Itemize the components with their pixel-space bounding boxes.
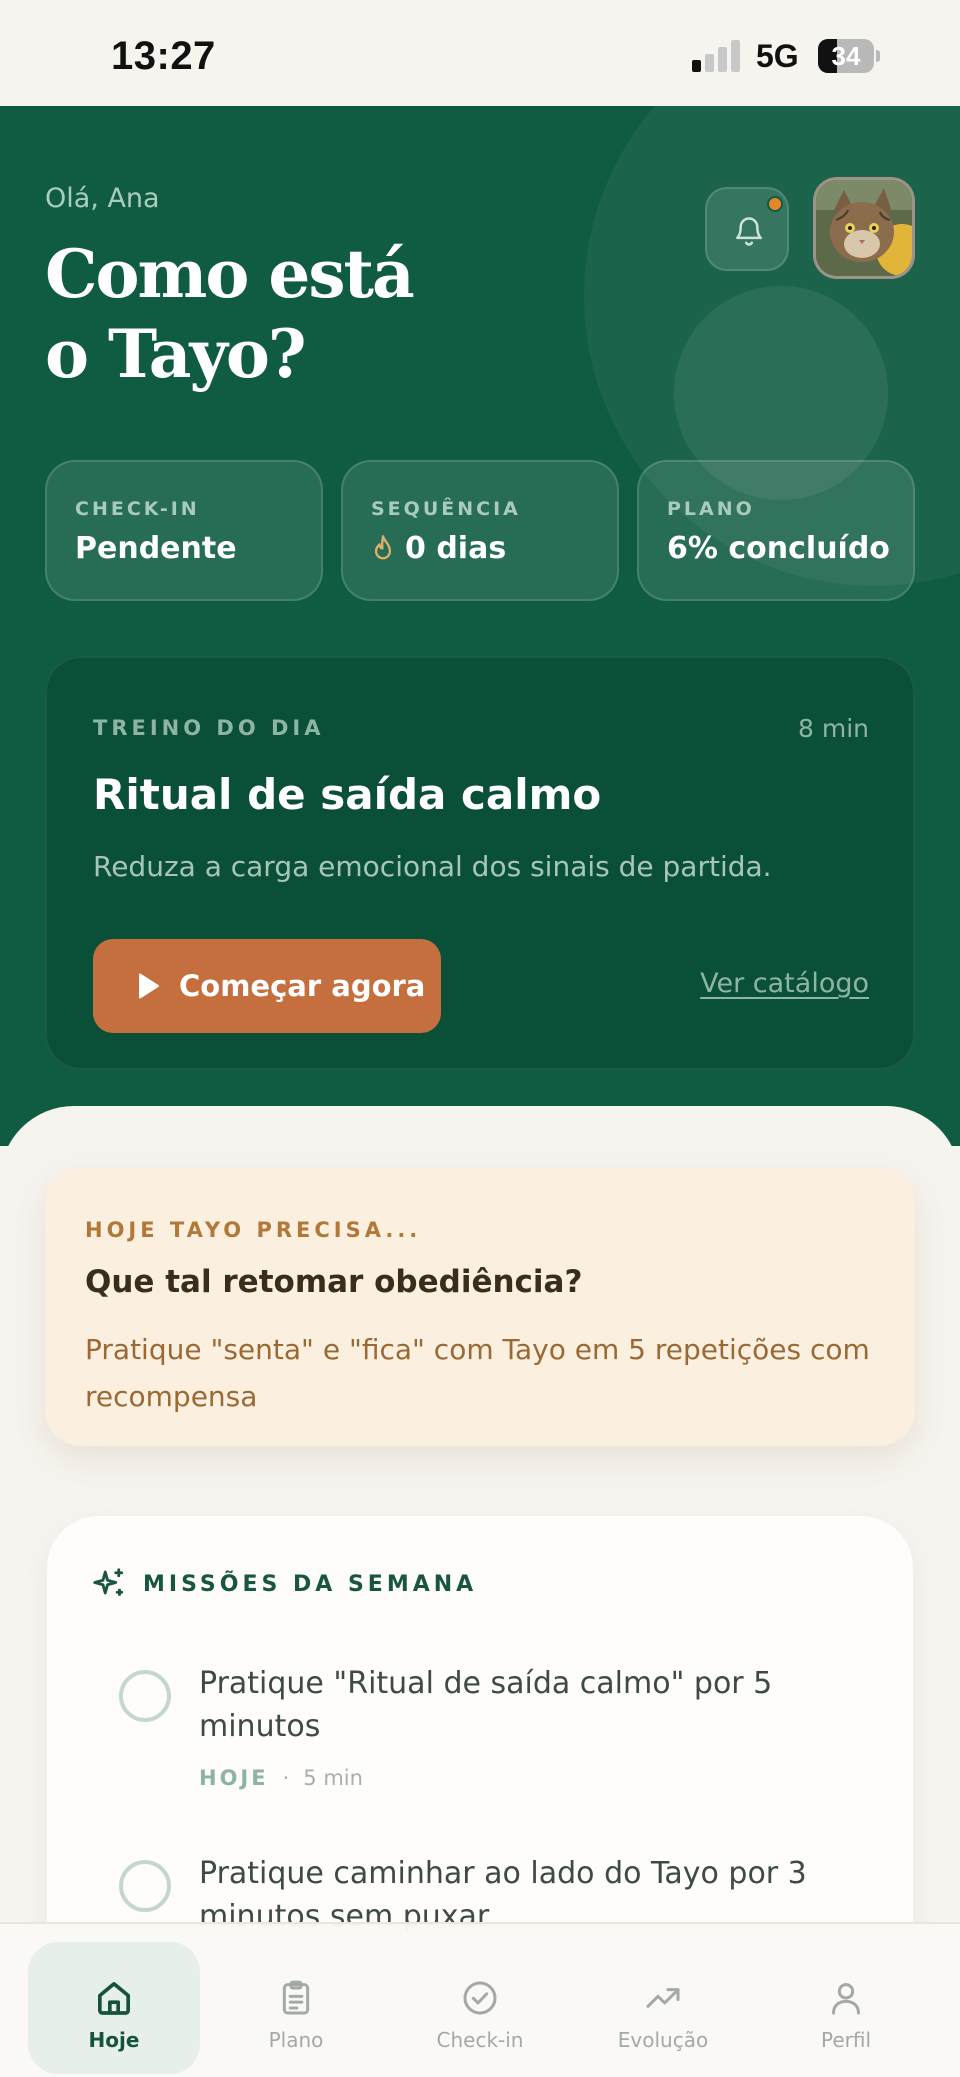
tab-label: Evolução [617, 2028, 709, 2052]
headline-line-2: o Tayo? [45, 315, 307, 393]
pet-photo [816, 180, 912, 276]
tab-label: Perfil [820, 2028, 872, 2052]
stat-value-text: Pendente [75, 531, 237, 566]
page-title: Como está o Tayo? [45, 234, 545, 394]
trending-up-icon [646, 1988, 680, 2008]
stat-value: 0 dias [371, 531, 506, 566]
bottom-tab-bar: Hoje Plano Check-in Evolução Perfil [0, 1922, 960, 2077]
training-label: TREINO DO DIA [93, 716, 325, 740]
view-catalog-link[interactable]: Ver catálogo [700, 968, 869, 999]
play-icon [139, 973, 159, 999]
battery-percent: 34 [831, 41, 861, 71]
hero-section: Olá, Ana Como está o Tayo? CHECK-IN Pend… [0, 106, 960, 1146]
status-time: 13:27 [111, 34, 216, 78]
tab-plano[interactable]: Plano [210, 1942, 382, 2074]
training-duration: 8 min [798, 714, 869, 743]
stat-card-plan[interactable]: PLANO 6% concluído [637, 460, 915, 601]
start-now-button[interactable]: Começar agora [93, 939, 441, 1033]
notification-dot [767, 196, 783, 212]
need-title: Que tal retomar obediência? [85, 1264, 583, 1300]
training-card: TREINO DO DIA 8 min Ritual de saída calm… [45, 656, 915, 1070]
mission-duration: 5 min [303, 1766, 363, 1790]
headline-line-1: Como está [45, 235, 415, 313]
need-description: Pratique "senta" e "fica" com Tayo em 5 … [85, 1333, 870, 1413]
greeting: Olá, Ana [45, 183, 160, 214]
signal-icon [692, 40, 742, 72]
need-label: HOJE TAYO PRECISA... [85, 1218, 422, 1242]
user-icon [832, 1983, 860, 2015]
tab-hoje[interactable]: Hoje [28, 1942, 200, 2074]
flame-icon [374, 534, 392, 559]
tab-check-in[interactable]: Check-in [394, 1942, 566, 2074]
bell-icon [735, 217, 763, 246]
tab-label: Hoje [88, 2028, 140, 2052]
home-icon [98, 1982, 131, 2015]
mission-title: Pratique "Ritual de saída calmo" por 5 m… [199, 1666, 773, 1744]
clipboard-icon [282, 1980, 310, 2015]
tab-label: Check-in [436, 2028, 524, 2052]
network-type: 5G [756, 38, 799, 74]
stat-card-checkin[interactable]: CHECK-IN Pendente [45, 460, 323, 601]
missions-header: MISSÕES DA SEMANA [91, 1566, 477, 1602]
training-description: Reduza a carga emocional dos sinais de p… [93, 850, 772, 883]
stat-value-text: 6% concluído [667, 531, 890, 566]
missions-title: MISSÕES DA SEMANA [143, 1571, 478, 1597]
stat-label: PLANO [667, 498, 755, 520]
stat-value-text: 0 dias [405, 531, 507, 566]
avatar[interactable] [813, 177, 915, 279]
status-bar: 13:27 5G 34 [0, 0, 960, 106]
tab-perfil[interactable]: Perfil [760, 1942, 932, 2074]
mission-checkbox[interactable] [119, 1860, 171, 1912]
stat-value: Pendente [75, 531, 237, 566]
stat-label: SEQUÊNCIA [371, 498, 521, 520]
check-circle-icon [463, 1981, 497, 2015]
sparkles-icon [93, 1568, 124, 1596]
mission-when: HOJE [199, 1766, 269, 1790]
stat-card-streak[interactable]: SEQUÊNCIA 0 dias [341, 460, 619, 601]
tab-label: Plano [268, 2028, 324, 2052]
stat-label: CHECK-IN [75, 498, 200, 520]
battery-icon: 34 [818, 39, 880, 73]
training-title: Ritual de saída calmo [93, 770, 602, 819]
mission-meta: HOJE · 5 min [199, 1766, 363, 1790]
start-now-label: Começar agora [179, 969, 426, 1003]
stat-value: 6% concluído [667, 531, 890, 566]
notifications-button[interactable] [705, 187, 789, 271]
mission-checkbox[interactable] [119, 1670, 171, 1722]
tab-evolucao[interactable]: Evolução [577, 1942, 749, 2074]
today-need-card[interactable]: HOJE TAYO PRECISA... Que tal retomar obe… [45, 1168, 915, 1446]
meta-separator: · [282, 1766, 290, 1790]
